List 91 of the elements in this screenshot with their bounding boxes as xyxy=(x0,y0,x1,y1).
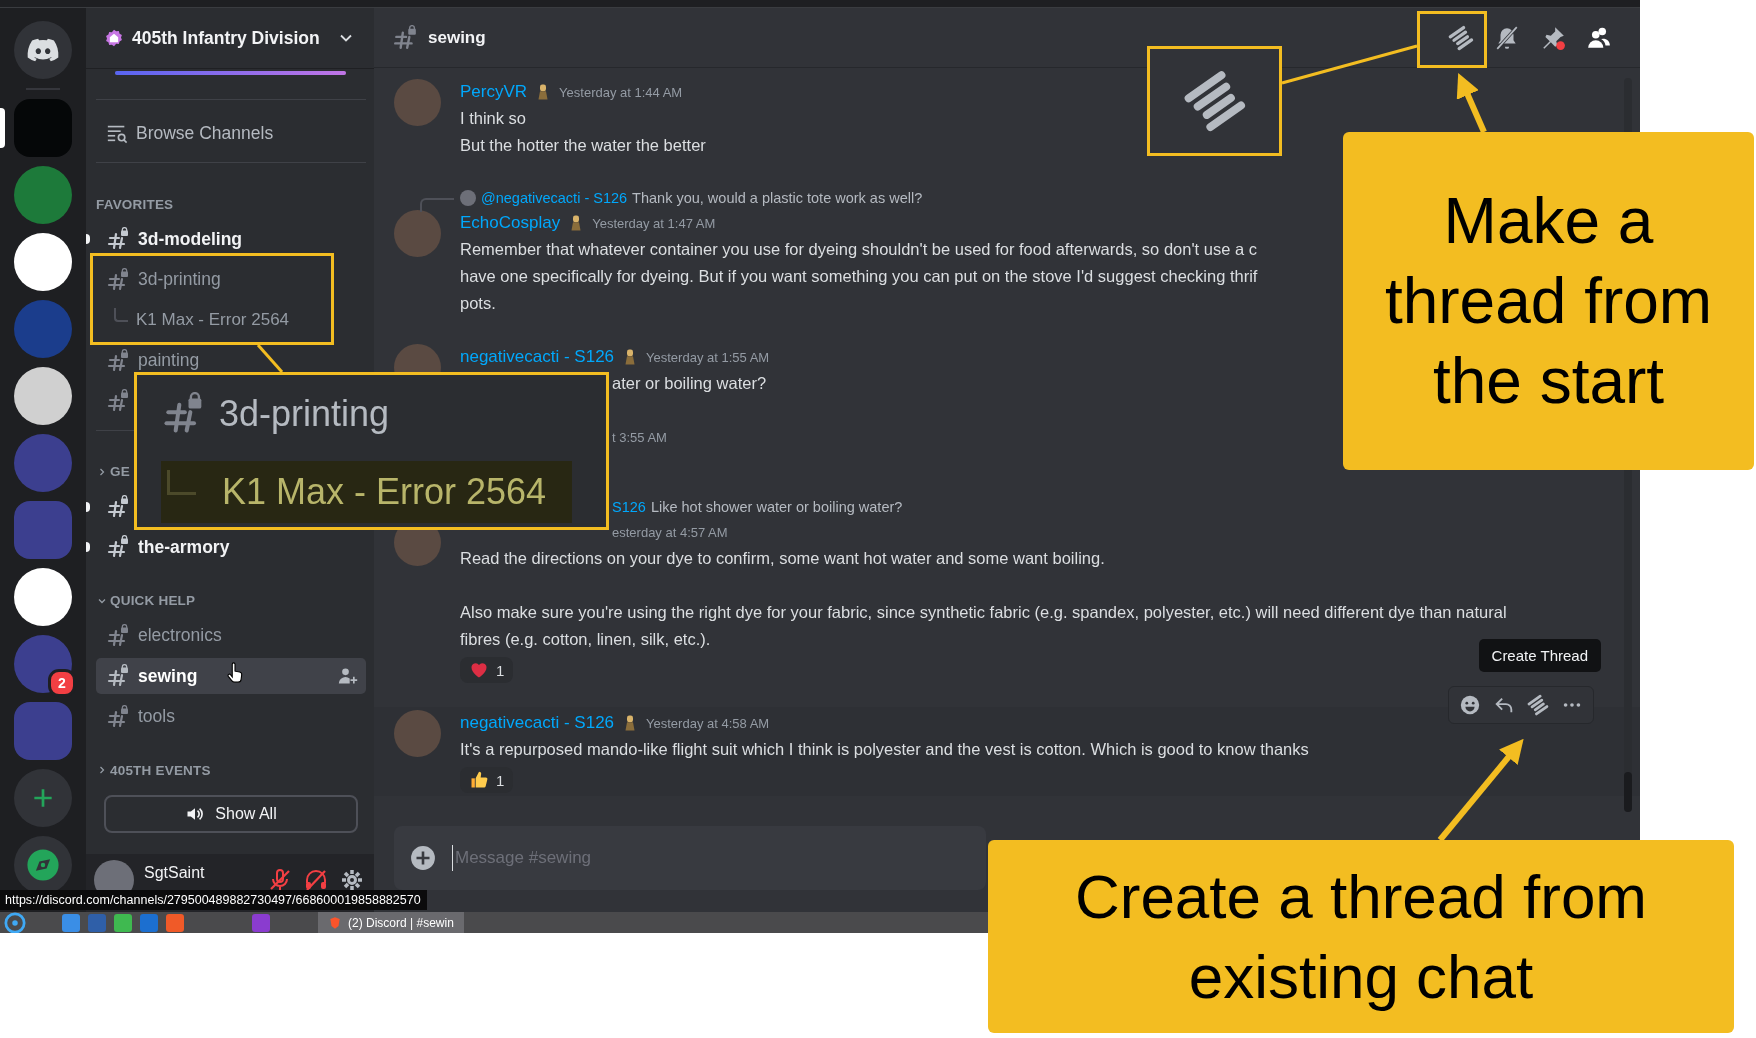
channel-name[interactable]: tools xyxy=(138,706,175,728)
settings-icon[interactable] xyxy=(340,868,364,892)
thread-connector-line xyxy=(114,308,128,323)
channel-name[interactable]: electronics xyxy=(138,625,222,647)
channel-name[interactable]: painting xyxy=(138,350,200,372)
message-composer[interactable]: Message #sewing xyxy=(394,826,986,890)
locked-channel-icon xyxy=(106,348,130,373)
server-icon[interactable] xyxy=(14,233,72,291)
start-icon[interactable] xyxy=(4,912,26,933)
locked-channel-icon xyxy=(106,664,130,689)
reply-preview: Thank you, would a plastic tote work as well? xyxy=(632,190,923,206)
avatar-placeholder xyxy=(394,710,441,757)
message-text: ater or boiling water? xyxy=(612,373,767,394)
reaction-button[interactable]: 1 xyxy=(460,767,514,793)
server-icon[interactable] xyxy=(14,367,72,425)
server-boost-icon xyxy=(104,28,124,48)
channel-name[interactable]: the-armory xyxy=(138,536,230,558)
message-text: It's a repurposed mando-like flight suit which I think is polyester and the vest is cotton. Which is good to know thanks xyxy=(460,739,1309,760)
message-timestamp: Yesterday at 1:44 AM xyxy=(559,84,683,100)
callout-text: thread from xyxy=(1384,264,1713,339)
channel-title: sewing xyxy=(428,27,487,48)
threads-icon[interactable] xyxy=(1527,694,1549,716)
server-icon[interactable] xyxy=(14,568,72,626)
message-text: I think so xyxy=(460,108,527,129)
thread-item[interactable]: K1 Max - Error 2564 xyxy=(136,310,290,331)
avatar-placeholder xyxy=(394,79,441,126)
author-name[interactable]: negativecacti - S126 xyxy=(460,347,615,367)
author-name[interactable]: negativecacti - S126 xyxy=(460,713,615,733)
message-text: But the hotter the water the better xyxy=(460,135,706,156)
message-timestamp: t 3:55 AM xyxy=(612,429,667,445)
locked-channel-icon xyxy=(106,267,130,292)
browse-channels-label: Browse Channels xyxy=(136,122,274,144)
message-text: have one specifically for dyeing. But if you want something you can put on the stove I'd suggest checking thrif xyxy=(460,266,1258,287)
author-name[interactable]: EchoCosplay xyxy=(460,213,561,233)
channel-name[interactable]: 3d-modeling xyxy=(138,228,243,250)
category-title[interactable]: FAVORITES xyxy=(96,196,174,212)
callout-text: Make a xyxy=(1443,184,1654,259)
reply-mention[interactable]: @negativecacti - S126 xyxy=(481,190,628,206)
reply-avatar xyxy=(460,190,476,206)
heart-icon xyxy=(469,660,489,680)
threads-icon[interactable] xyxy=(1448,24,1474,51)
message-text: Remember that whatever container you use for dyeing shouldn't be used for food afterwards, so don't use a c xyxy=(460,239,1257,260)
invite-member-icon[interactable] xyxy=(338,666,358,687)
taskbar-window-button[interactable]: (2) Discord | #sewin xyxy=(318,912,464,933)
message-input[interactable]: Message #sewing xyxy=(452,845,970,871)
category-title[interactable]: QUICK HELP xyxy=(110,593,196,608)
locked-channel-icon xyxy=(106,623,130,648)
author-name[interactable]: PercyVR xyxy=(460,82,528,102)
message-timestamp: Yesterday at 1:55 AM xyxy=(646,349,770,365)
reaction-button[interactable]: 1 xyxy=(460,657,514,683)
zoomed-thread-item: K1 Max - Error 2564 xyxy=(161,461,573,523)
message-text: pots. xyxy=(460,293,496,314)
tooltip: Create Thread xyxy=(1478,639,1601,672)
notification-badge: 2 xyxy=(48,669,76,697)
server-name: 405th Infantry Division xyxy=(132,27,321,49)
highlight-frame xyxy=(1417,11,1487,68)
locked-channel-icon xyxy=(106,535,130,560)
callout-text: Create a thread from xyxy=(1074,860,1647,933)
compass-icon xyxy=(26,848,60,882)
reply-preview: Like hot shower water or boiling water? xyxy=(650,499,903,515)
browse-channels-link[interactable]: Browse Channels xyxy=(96,112,366,154)
message-timestamp: Yesterday at 1:47 AM xyxy=(592,215,716,231)
scrollbar-thumb[interactable] xyxy=(1624,772,1632,812)
category-title[interactable]: GE xyxy=(110,464,130,479)
locked-channel-icon xyxy=(106,704,130,729)
callout-text: existing chat xyxy=(1188,940,1534,1013)
channel-name[interactable]: 3d-printing xyxy=(138,269,221,291)
locked-channel-icon xyxy=(392,24,418,51)
microphone-icon[interactable] xyxy=(268,868,292,892)
headphones-icon[interactable] xyxy=(304,868,328,892)
message-text: Read the directions on your dye to confirm, some want hot water and some want boiling. xyxy=(460,548,1105,569)
threads-icon xyxy=(1182,69,1247,133)
reaction-count: 1 xyxy=(496,771,505,789)
add-attachment-icon[interactable] xyxy=(410,845,436,871)
link-preview: https://discord.com/channels/279500489882730497/668600019858882570 xyxy=(0,890,427,910)
username: SgtSaint xyxy=(144,863,206,882)
message-timestamp: esterday at 4:57 AM xyxy=(612,524,728,540)
locked-channel-icon xyxy=(106,227,130,252)
channel-item[interactable]: sewing xyxy=(96,658,366,695)
message-timestamp: Yesterday at 4:58 AM xyxy=(646,715,770,731)
muted-bell-icon[interactable] xyxy=(1494,24,1520,51)
avatar-placeholder xyxy=(394,210,441,257)
category-title[interactable]: 405TH EVENTS xyxy=(110,762,211,778)
reaction-count: 1 xyxy=(496,661,505,679)
reply-mention[interactable]: S126 xyxy=(612,499,646,515)
thumbs-up-icon xyxy=(469,770,489,790)
callout-text: the start xyxy=(1432,344,1665,419)
emoji-icon[interactable] xyxy=(1459,694,1481,716)
thread-connector-line xyxy=(167,469,196,495)
show-all-button[interactable]: Show All xyxy=(104,795,358,833)
zoomed-channel-name: 3d-printing xyxy=(219,393,390,435)
